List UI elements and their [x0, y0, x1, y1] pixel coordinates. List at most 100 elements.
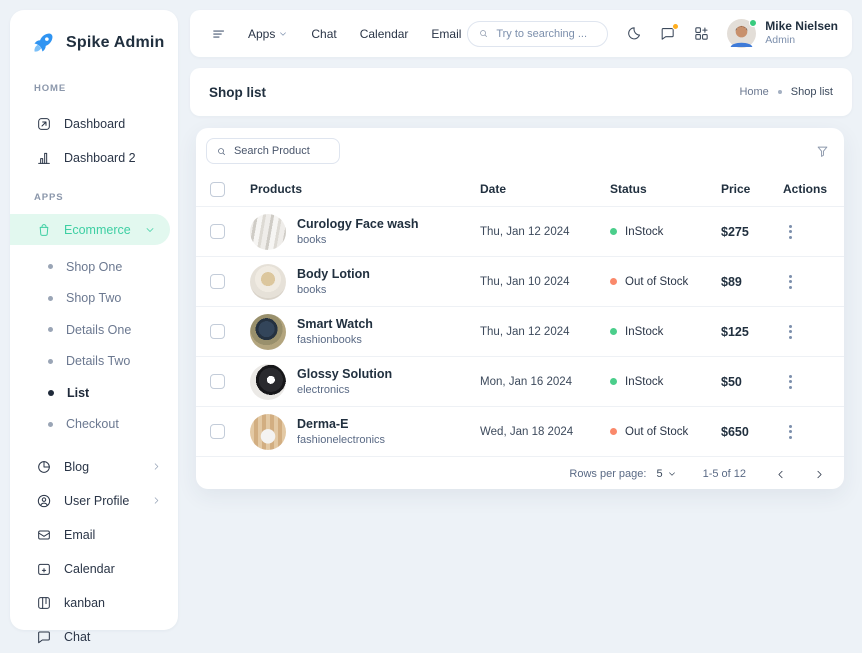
sidebar-item-calendar[interactable]: Calendar: [10, 552, 178, 585]
sidebar-item-list-active[interactable]: List: [10, 377, 178, 409]
product-status: InStock: [610, 226, 721, 238]
breadcrumb-current: Shop list: [791, 86, 833, 98]
bullet-icon: [48, 296, 53, 301]
product-category: books: [297, 233, 480, 248]
app-logo[interactable]: Spike Admin: [10, 10, 178, 56]
select-all-checkbox[interactable]: [210, 182, 225, 197]
nav-email[interactable]: Email: [431, 27, 461, 41]
status-label: InStock: [625, 376, 663, 388]
nav-calendar[interactable]: Calendar: [360, 27, 409, 41]
row-checkbox[interactable]: [210, 374, 225, 389]
sidebar-item-details-two[interactable]: Details Two: [10, 346, 178, 378]
table-body: Curology Face wash books Thu, Jan 12 202…: [196, 206, 844, 456]
nav-chat[interactable]: Chat: [311, 27, 336, 41]
app-title: Spike Admin: [66, 34, 165, 52]
bar-chart-icon: [36, 150, 52, 166]
status-dot: [610, 378, 617, 385]
chevron-right-icon: [151, 495, 162, 506]
rows-per-page-select[interactable]: 5: [656, 468, 676, 480]
product-category: books: [297, 283, 480, 298]
sidebar-item-kanban[interactable]: kanban: [10, 586, 178, 619]
previous-page-button[interactable]: [774, 468, 787, 481]
breadcrumb-home-link[interactable]: Home: [739, 86, 768, 98]
table-toolbar: [196, 138, 844, 164]
calendar-icon: [36, 561, 52, 577]
section-label-apps: APPS: [34, 192, 178, 203]
status-label: Out of Stock: [625, 426, 688, 438]
sidebar-item-email[interactable]: Email: [10, 518, 178, 551]
product-cell: Derma-E fashionelectronics: [297, 416, 480, 448]
row-checkbox[interactable]: [210, 224, 225, 239]
status-dot: [610, 228, 617, 235]
sidebar-item-chat[interactable]: Chat: [10, 620, 178, 653]
pagination-range: 1-5 of 12: [703, 468, 746, 480]
sidebar-item-label: Dashboard 2: [64, 151, 136, 165]
product-thumbnail: [250, 364, 286, 400]
nav-apps[interactable]: Apps: [248, 27, 288, 41]
table-row: Curology Face wash books Thu, Jan 12 202…: [196, 206, 844, 256]
product-name: Body Lotion: [297, 266, 480, 283]
product-thumbnail: [250, 264, 286, 300]
row-actions-menu[interactable]: [783, 371, 797, 393]
chevron-left-icon: [774, 468, 787, 481]
chevron-down-icon: [144, 224, 156, 236]
product-thumbnail: [250, 214, 286, 250]
product-name: Derma-E: [297, 416, 480, 433]
notification-dot: [672, 23, 679, 30]
product-category: electronics: [297, 383, 480, 398]
breadcrumb: Home Shop list: [739, 86, 833, 98]
product-date: Thu, Jan 12 2024: [480, 226, 610, 238]
global-search[interactable]: [467, 21, 608, 47]
row-actions-menu[interactable]: [783, 221, 797, 243]
sidebar-item-user-profile[interactable]: User Profile: [10, 484, 178, 517]
search-icon: [478, 27, 489, 40]
product-status: Out of Stock: [610, 426, 721, 438]
sidebar-item-label: Shop One: [66, 260, 122, 274]
mail-icon: [36, 527, 52, 543]
row-actions-menu[interactable]: [783, 321, 797, 343]
sidebar-item-details-one[interactable]: Details One: [10, 314, 178, 346]
sidebar-item-shop-two[interactable]: Shop Two: [10, 283, 178, 315]
apps-grid-icon: [693, 25, 710, 42]
sidebar-item-label: Details Two: [66, 354, 130, 368]
sidebar-item-blog[interactable]: Blog: [10, 450, 178, 483]
messages-button[interactable]: [659, 25, 676, 42]
product-category: fashionelectronics: [297, 433, 480, 448]
apps-grid-button[interactable]: [693, 25, 710, 42]
product-date: Thu, Jan 12 2024: [480, 326, 610, 338]
chevron-right-icon: [813, 468, 826, 481]
user-menu[interactable]: Mike Nielsen Admin: [727, 19, 838, 48]
sidebar-item-ecommerce[interactable]: Ecommerce: [10, 214, 170, 245]
product-price: $125: [721, 325, 783, 339]
kanban-icon: [36, 595, 52, 611]
sidebar-item-dashboard[interactable]: Dashboard: [10, 107, 178, 140]
avatar: [727, 19, 756, 48]
menu-toggle-icon[interactable]: [204, 21, 234, 47]
product-date: Mon, Jan 16 2024: [480, 376, 610, 388]
sidebar-item-shop-one[interactable]: Shop One: [10, 251, 178, 283]
global-search-input[interactable]: [496, 28, 597, 40]
sidebar-item-dashboard2[interactable]: Dashboard 2: [10, 141, 178, 174]
dark-mode-toggle[interactable]: [625, 25, 642, 42]
product-price: $89: [721, 275, 783, 289]
filter-button[interactable]: [813, 142, 832, 161]
nav-apps-label: Apps: [248, 27, 275, 41]
product-search-input[interactable]: [234, 145, 330, 157]
column-header-status: Status: [610, 182, 721, 196]
row-checkbox[interactable]: [210, 324, 225, 339]
chevron-down-icon: [667, 469, 677, 479]
pagination-nav: [774, 468, 826, 481]
product-search[interactable]: [206, 138, 340, 164]
row-actions-menu[interactable]: [783, 421, 797, 443]
moon-icon: [625, 25, 642, 42]
sidebar-item-label: kanban: [64, 596, 105, 610]
shopping-bag-icon: [36, 222, 52, 238]
row-checkbox[interactable]: [210, 274, 225, 289]
sidebar-item-checkout[interactable]: Checkout: [10, 409, 178, 441]
sidebar-item-label: Dashboard: [64, 117, 125, 131]
rocket-icon: [30, 29, 57, 56]
chevron-down-icon: [278, 29, 288, 39]
next-page-button[interactable]: [813, 468, 826, 481]
row-checkbox[interactable]: [210, 424, 225, 439]
row-actions-menu[interactable]: [783, 271, 797, 293]
